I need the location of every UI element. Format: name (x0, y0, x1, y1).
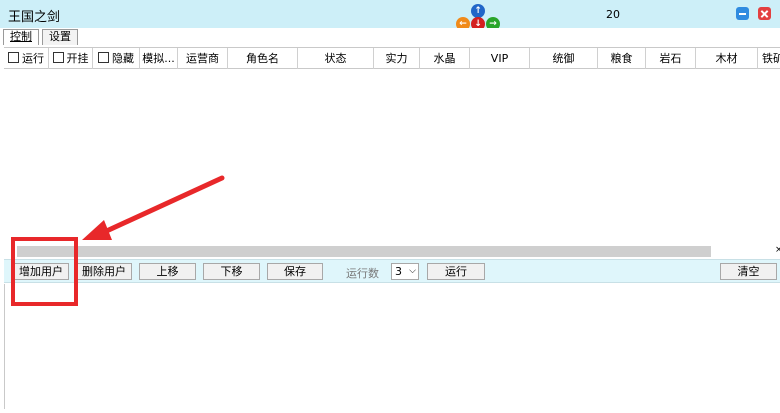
run-count-select[interactable]: 3 ⌵ (391, 263, 419, 280)
app-title: 王国之剑 (8, 10, 61, 25)
column-header-cheat[interactable]: 开挂 (49, 48, 93, 69)
scroll-end-icon[interactable]: × (775, 245, 780, 255)
checkbox-hide[interactable] (98, 52, 109, 63)
tab-strip: 控制 设置 (0, 28, 780, 45)
column-header-role-name[interactable]: 角色名 (228, 48, 298, 69)
column-label: 隐藏 (112, 52, 134, 65)
grid-header: 运行 开挂 隐藏 模拟... 运营商 角色名 状态 实力 水晶 VIP 统御 粮… (4, 47, 780, 69)
column-header-operator[interactable]: 运营商 (178, 48, 228, 69)
column-header-vip[interactable]: VIP (470, 48, 530, 69)
tab-control[interactable]: 控制 (3, 29, 39, 45)
arrow-up-icon[interactable]: ↑ (471, 4, 485, 18)
move-down-button[interactable]: 下移 (203, 263, 260, 280)
save-button[interactable]: 保存 (267, 263, 323, 280)
close-icon[interactable] (758, 7, 771, 20)
column-header-status[interactable]: 状态 (298, 48, 374, 69)
column-header-food[interactable]: 粮食 (598, 48, 646, 69)
column-header-iron[interactable]: 铁矿 (758, 48, 780, 69)
run-count-label: 运行数 (346, 267, 379, 280)
tab-settings[interactable]: 设置 (42, 29, 78, 45)
column-header-stone[interactable]: 岩石 (646, 48, 696, 69)
column-label: 运行 (22, 52, 44, 65)
column-header-emulator[interactable]: 模拟... (140, 48, 178, 69)
counter-value: 20 (606, 8, 620, 21)
column-header-power[interactable]: 实力 (374, 48, 420, 69)
account-grid[interactable] (4, 69, 780, 245)
minimize-icon[interactable] (736, 7, 749, 20)
move-up-button[interactable]: 上移 (139, 263, 196, 280)
column-header-crystal[interactable]: 水晶 (420, 48, 470, 69)
log-area[interactable] (4, 284, 780, 409)
column-label: 开挂 (66, 52, 89, 65)
delete-user-button[interactable]: 删除用户 (76, 263, 132, 280)
run-count-value: 3 (395, 265, 402, 278)
chevron-down-icon: ⌵ (409, 266, 416, 276)
title-bar: 王国之剑 ↑ ← ↓ → 20 (0, 0, 780, 31)
checkbox-run[interactable] (8, 52, 19, 63)
run-button[interactable]: 运行 (427, 263, 485, 280)
add-user-button[interactable]: 增加用户 (13, 263, 69, 280)
column-header-wood[interactable]: 木材 (696, 48, 758, 69)
column-header-hide[interactable]: 隐藏 (93, 48, 140, 69)
column-header-run[interactable]: 运行 (4, 48, 49, 69)
checkbox-cheat[interactable] (52, 52, 64, 63)
column-header-command[interactable]: 统御 (530, 48, 598, 69)
clear-button[interactable]: 清空 (720, 263, 777, 280)
horizontal-scrollbar[interactable] (17, 246, 711, 257)
